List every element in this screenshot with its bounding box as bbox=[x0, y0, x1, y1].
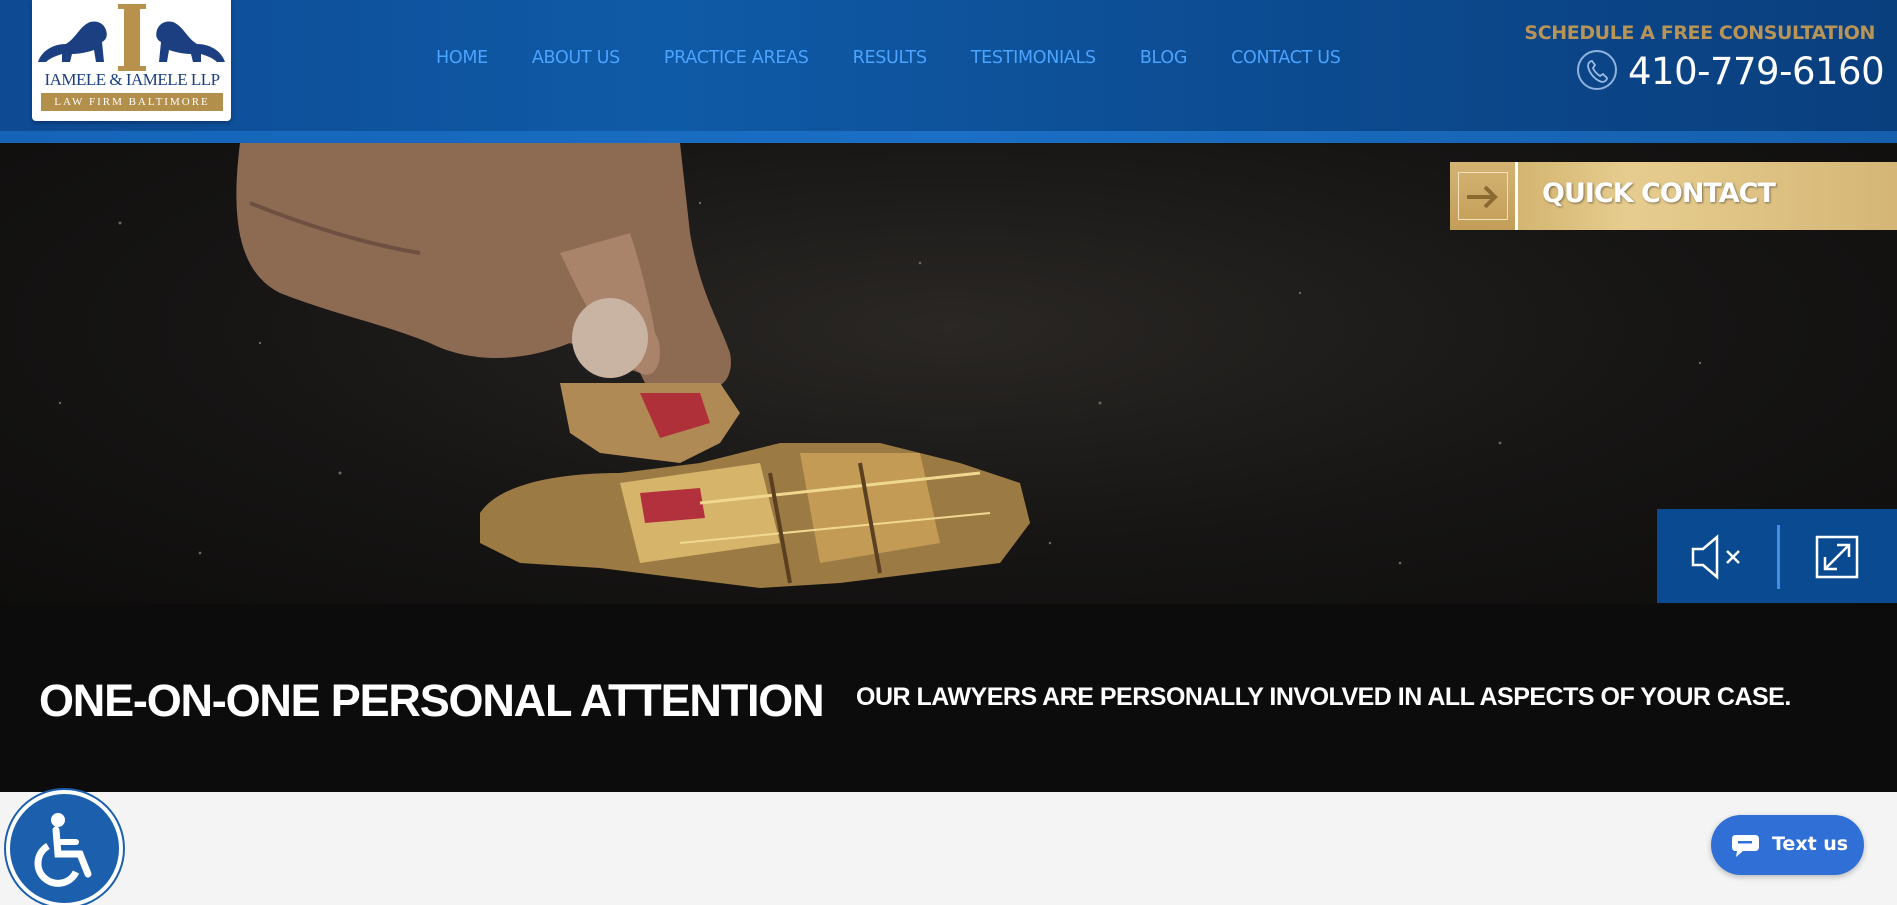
hero-caption-subtitle: OUR LAWYERS ARE PERSONALLY INVOLVED IN A… bbox=[856, 683, 1791, 711]
nav-home[interactable]: HOME bbox=[436, 48, 488, 68]
quick-contact-label: QUICK CONTACT bbox=[1542, 178, 1776, 209]
accessibility-button[interactable] bbox=[6, 790, 123, 905]
header-stripe bbox=[0, 131, 1897, 143]
logo-tagline: LAW FIRM BALTIMORE bbox=[41, 93, 223, 111]
arrow-right-icon bbox=[1458, 172, 1508, 220]
video-controls bbox=[1657, 509, 1897, 603]
nav-blog[interactable]: BLOG bbox=[1140, 48, 1188, 68]
text-us-button[interactable]: Text us bbox=[1711, 815, 1864, 875]
mute-button[interactable] bbox=[1687, 529, 1757, 585]
quick-contact-arrow bbox=[1450, 162, 1518, 230]
text-us-label: Text us bbox=[1772, 833, 1849, 855]
firm-logo[interactable]: IAMELE & IAMELE LLP LAW FIRM BALTIMORE bbox=[32, 0, 231, 121]
phone-number-link[interactable]: 410-779-6160 bbox=[1628, 50, 1885, 93]
fullscreen-button[interactable] bbox=[1807, 529, 1867, 585]
expand-icon bbox=[1815, 535, 1859, 579]
page-body bbox=[0, 792, 1897, 905]
speaker-muted-icon bbox=[1691, 534, 1740, 580]
nav-about-us[interactable]: ABOUT US bbox=[532, 48, 620, 68]
nav-practice-areas[interactable]: PRACTICE AREAS bbox=[664, 48, 809, 68]
nav-results[interactable]: RESULTS bbox=[853, 48, 927, 68]
controls-divider bbox=[1777, 525, 1780, 589]
wheelchair-icon bbox=[34, 813, 92, 887]
nav-testimonials[interactable]: TESTIMONIALS bbox=[971, 48, 1096, 68]
consultation-label[interactable]: SCHEDULE A FREE CONSULTATION bbox=[1524, 22, 1875, 44]
logo-firm-name: IAMELE & IAMELE LLP bbox=[44, 70, 220, 89]
main-nav: HOME ABOUT US PRACTICE AREAS RESULTS TES… bbox=[436, 48, 1385, 68]
nav-contact-us[interactable]: CONTACT US bbox=[1231, 48, 1341, 68]
chat-bubble-icon bbox=[1732, 835, 1759, 857]
phone-icon bbox=[1577, 50, 1617, 90]
hero-caption-bar: ONE-ON-ONE PERSONAL ATTENTION OUR LAWYER… bbox=[0, 604, 1897, 792]
hero-caption-title: ONE-ON-ONE PERSONAL ATTENTION bbox=[39, 675, 825, 726]
quick-contact-button[interactable]: QUICK CONTACT bbox=[1450, 162, 1897, 230]
site-header: IAMELE & IAMELE LLP LAW FIRM BALTIMORE H… bbox=[0, 0, 1897, 131]
